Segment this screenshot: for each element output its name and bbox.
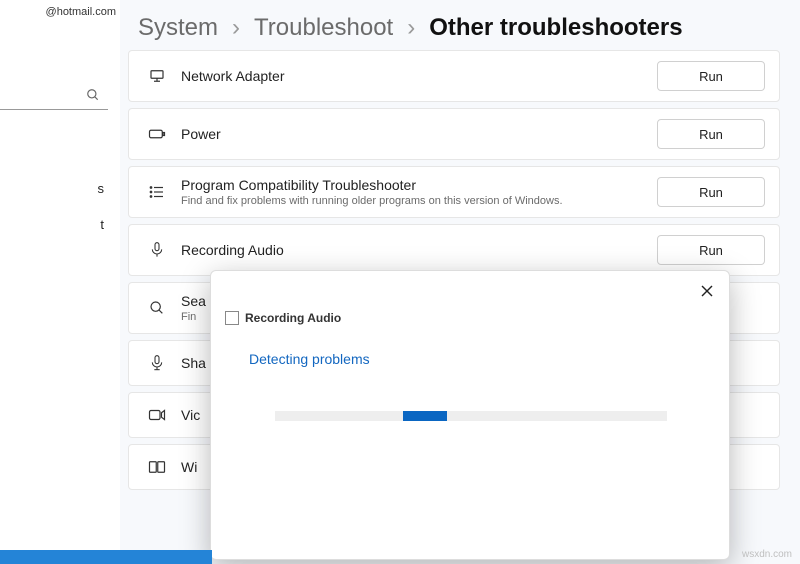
search-icon [86,88,100,102]
troubleshooter-dialog: Recording Audio Detecting problems [210,270,730,560]
item-title: Network Adapter [181,68,657,84]
run-button[interactable]: Run [657,177,765,207]
network-icon [143,67,171,85]
item-title: Power [181,126,657,142]
watermark: wsxdn.com [742,549,792,560]
search-input[interactable] [0,80,108,110]
item-program-compatibility: Program Compatibility Troubleshooter Fin… [128,166,780,218]
breadcrumb: System › Troubleshoot › Other troublesho… [138,14,683,42]
item-network-adapter: Network Adapter Run [128,50,780,102]
item-title: Program Compatibility Troubleshooter [181,177,657,193]
dialog-icon [225,311,239,325]
sidebar-item[interactable]: t [0,206,112,242]
dialog-title: Recording Audio [225,311,341,325]
crumb-current: Other troubleshooters [429,14,682,42]
item-power: Power Run [128,108,780,160]
battery-icon [143,127,171,141]
sidebar: @hotmail.com s t [0,0,120,564]
crumb-troubleshoot[interactable]: Troubleshoot [254,14,393,42]
taskbar[interactable] [0,550,212,564]
crumb-system[interactable]: System [138,14,218,42]
run-button[interactable]: Run [657,61,765,91]
chevron-right-icon: › [407,14,415,42]
progress-bar [275,411,667,421]
progress-indicator [403,411,447,421]
video-icon [143,408,171,422]
item-subtitle: Find and fix problems with running older… [181,195,657,207]
search-icon [143,300,171,316]
close-button[interactable] [695,279,719,303]
sidebar-item[interactable]: s [0,170,112,206]
item-title: Recording Audio [181,242,657,258]
list-icon [143,183,171,201]
item-recording-audio: Recording Audio Run [128,224,780,276]
chevron-right-icon: › [232,14,240,42]
microphone-icon [143,241,171,259]
run-button[interactable]: Run [657,119,765,149]
apps-icon [143,460,171,474]
run-button[interactable]: Run [657,235,765,265]
shared-icon [143,354,171,372]
account-email: @hotmail.com [0,0,120,18]
dialog-status: Detecting problems [249,351,370,367]
